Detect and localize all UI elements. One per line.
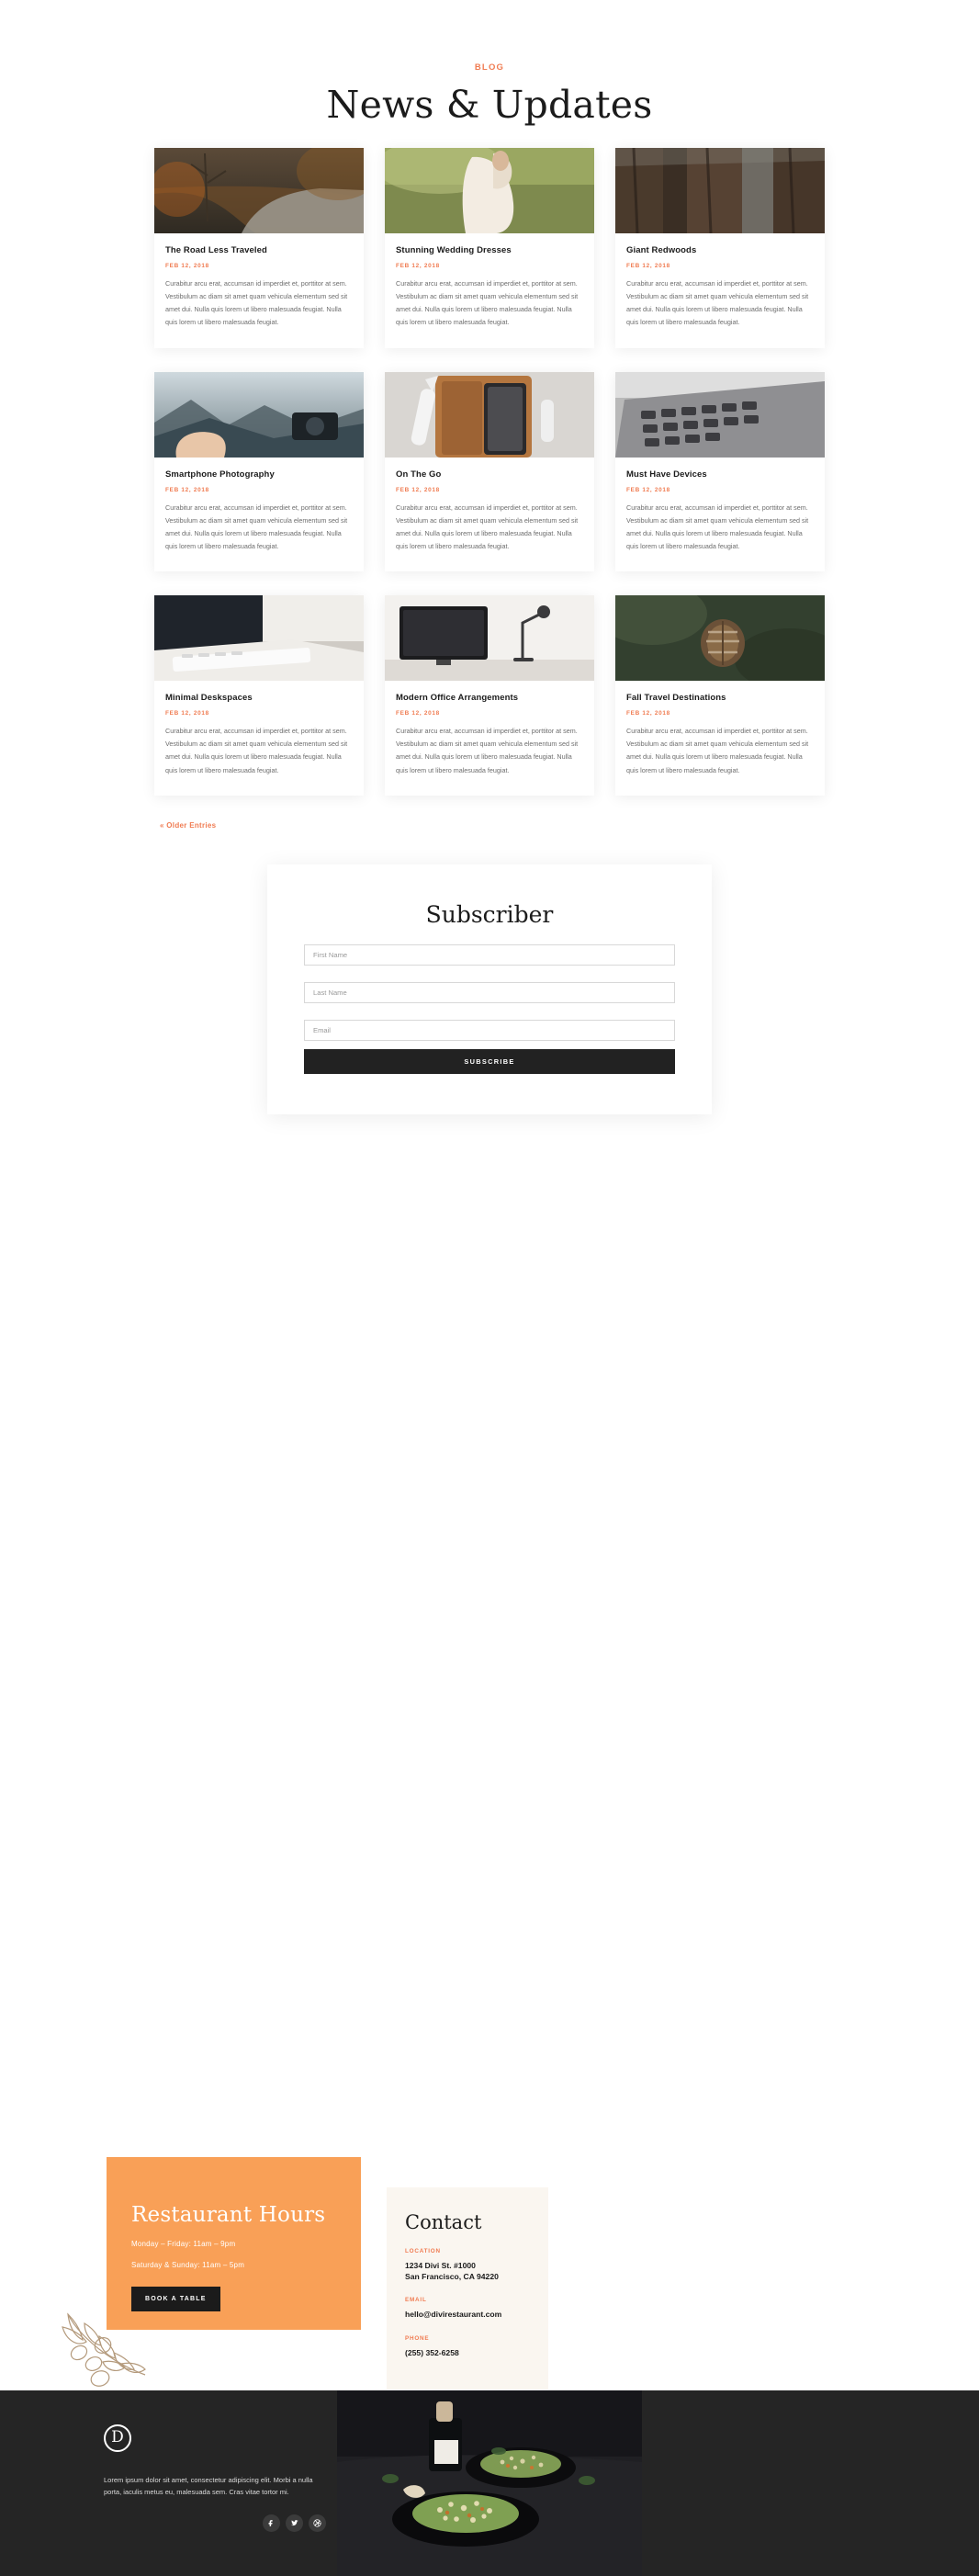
- footer-description: Lorem ipsum dolor sit amet, consectetur …: [104, 2475, 313, 2496]
- blog-card-thumbnail[interactable]: [615, 148, 825, 233]
- blog-card-thumbnail[interactable]: [615, 371, 825, 458]
- blog-section: BLOG News & Updates The Road Less Travel…: [0, 0, 979, 830]
- blog-card-date: FEB 12, 2018: [165, 263, 209, 270]
- blog-card-body: Must Have Devices FEB 12, 2018 Curabitur…: [615, 458, 825, 572]
- blog-card-title[interactable]: The Road Less Traveled: [165, 245, 353, 255]
- blog-card-excerpt: Curabitur arcu erat, accumsan id imperdi…: [626, 503, 809, 550]
- blog-card[interactable]: Smartphone Photography FEB 12, 2018 Cura…: [154, 371, 364, 572]
- section-eyebrow: BLOG: [474, 62, 505, 73]
- first-name-input[interactable]: [304, 943, 675, 966]
- blog-card-date: FEB 12, 2018: [396, 710, 440, 717]
- social-links: [104, 2514, 326, 2532]
- subscribe-button[interactable]: SUBSCRIBE: [304, 1048, 675, 1074]
- blog-grid: The Road Less Traveled FEB 12, 2018 Cura…: [154, 127, 825, 796]
- dribbble-icon[interactable]: [309, 2514, 326, 2532]
- blog-card-thumbnail[interactable]: [154, 371, 364, 458]
- blog-card-body: Stunning Wedding Dresses FEB 12, 2018 Cu…: [385, 233, 594, 348]
- contact-card: Contact LOCATION 1234 Divi St. #1000 San…: [387, 2186, 548, 2390]
- footer-food-image: [337, 2390, 642, 2576]
- blog-card-title[interactable]: Fall Travel Destinations: [626, 693, 814, 703]
- blog-card-body: Giant Redwoods FEB 12, 2018 Curabitur ar…: [615, 233, 825, 348]
- contact-email-value[interactable]: hello@divirestaurant.com: [405, 2309, 548, 2320]
- blog-card-date: FEB 12, 2018: [396, 486, 440, 493]
- blog-card-date: FEB 12, 2018: [396, 263, 440, 270]
- blog-card[interactable]: The Road Less Traveled FEB 12, 2018 Cura…: [154, 148, 364, 348]
- subscriber-card: Subscriber SUBSCRIBE: [267, 864, 712, 1114]
- blog-card-thumbnail[interactable]: [385, 371, 594, 458]
- blog-card-date: FEB 12, 2018: [165, 486, 209, 493]
- blog-card-title[interactable]: Giant Redwoods: [626, 245, 814, 255]
- blog-row-3: Minimal Deskspaces FEB 12, 2018 Curabitu…: [154, 595, 825, 796]
- blog-card[interactable]: On The Go FEB 12, 2018 Curabitur arcu er…: [385, 371, 594, 572]
- email-input[interactable]: [304, 1019, 675, 1041]
- blog-card-excerpt: Curabitur arcu erat, accumsan id imperdi…: [626, 279, 809, 327]
- blog-card-thumbnail[interactable]: [385, 595, 594, 682]
- contact-location-label: LOCATION: [405, 2247, 441, 2254]
- older-entries-link[interactable]: « Older Entries: [154, 819, 825, 830]
- site-footer: D Lorem ipsum dolor sit amet, consectetu…: [0, 2390, 979, 2576]
- blog-card[interactable]: Must Have Devices FEB 12, 2018 Curabitur…: [615, 371, 825, 572]
- blog-card-title[interactable]: Stunning Wedding Dresses: [396, 245, 583, 255]
- facebook-icon[interactable]: [263, 2514, 280, 2532]
- blog-card-thumbnail[interactable]: [615, 595, 825, 682]
- contact-address-line2: San Francisco, CA 94220: [405, 2272, 499, 2281]
- blog-card-title[interactable]: Must Have Devices: [626, 469, 814, 480]
- restaurant-hours-card: Restaurant Hours Monday – Friday: 11am –…: [107, 2156, 361, 2330]
- blog-card-date: FEB 12, 2018: [626, 710, 670, 717]
- last-name-input[interactable]: [304, 981, 675, 1003]
- page-title: News & Updates: [326, 83, 653, 127]
- subscriber-section: Subscriber SUBSCRIBE: [0, 830, 979, 1166]
- blog-card-excerpt: Curabitur arcu erat, accumsan id imperdi…: [396, 503, 579, 550]
- blog-card-excerpt: Curabitur arcu erat, accumsan id imperdi…: [396, 279, 579, 327]
- blog-card-date: FEB 12, 2018: [626, 486, 670, 493]
- blog-card[interactable]: Modern Office Arrangements FEB 12, 2018 …: [385, 595, 594, 796]
- blog-card-excerpt: Curabitur arcu erat, accumsan id imperdi…: [626, 727, 809, 774]
- blog-card-thumbnail[interactable]: [385, 148, 594, 233]
- blog-card[interactable]: Fall Travel Destinations FEB 12, 2018 Cu…: [615, 595, 825, 796]
- blog-card-body: Modern Office Arrangements FEB 12, 2018 …: [385, 681, 594, 796]
- hours-weekday: Monday – Friday: 11am – 9pm: [131, 2239, 236, 2248]
- blog-card-excerpt: Curabitur arcu erat, accumsan id imperdi…: [165, 727, 348, 774]
- blog-card-excerpt: Curabitur arcu erat, accumsan id imperdi…: [165, 279, 348, 327]
- contact-phone-value[interactable]: (255) 352-6258: [405, 2347, 548, 2358]
- blog-card-body: On The Go FEB 12, 2018 Curabitur arcu er…: [385, 458, 594, 572]
- blog-card[interactable]: Minimal Deskspaces FEB 12, 2018 Curabitu…: [154, 595, 364, 796]
- blog-row-2: Smartphone Photography FEB 12, 2018 Cura…: [154, 371, 825, 572]
- blog-card-body: Fall Travel Destinations FEB 12, 2018 Cu…: [615, 681, 825, 796]
- blog-card-body: Smartphone Photography FEB 12, 2018 Cura…: [154, 458, 364, 572]
- blog-card-title[interactable]: Smartphone Photography: [165, 469, 353, 480]
- divi-logo-icon: D: [104, 2423, 131, 2452]
- blog-row-1: The Road Less Traveled FEB 12, 2018 Cura…: [154, 148, 825, 348]
- blog-card-body: The Road Less Traveled FEB 12, 2018 Cura…: [154, 233, 364, 348]
- hours-contact-section: Restaurant Hours Monday – Friday: 11am –…: [0, 1166, 979, 2576]
- footer-left-column: D Lorem ipsum dolor sit amet, consectetu…: [0, 2390, 337, 2576]
- twitter-icon[interactable]: [286, 2514, 303, 2532]
- blog-card-date: FEB 12, 2018: [165, 710, 209, 717]
- contact-address-line1: 1234 Divi St. #1000: [405, 2260, 476, 2270]
- restaurant-hours-title: Restaurant Hours: [131, 2202, 326, 2227]
- blog-card-title[interactable]: On The Go: [396, 469, 583, 480]
- subscriber-title: Subscriber: [425, 900, 554, 928]
- contact-address: 1234 Divi St. #1000 San Francisco, CA 94…: [405, 2260, 548, 2283]
- hours-weekend: Saturday & Sunday: 11am – 5pm: [131, 2260, 245, 2269]
- blog-card-excerpt: Curabitur arcu erat, accumsan id imperdi…: [165, 503, 348, 550]
- blog-card-excerpt: Curabitur arcu erat, accumsan id imperdi…: [396, 727, 579, 774]
- contact-title: Contact: [405, 2210, 482, 2233]
- olive-branch-icon: [57, 2305, 158, 2397]
- blog-card-date: FEB 12, 2018: [626, 263, 670, 270]
- blog-card[interactable]: Stunning Wedding Dresses FEB 12, 2018 Cu…: [385, 148, 594, 348]
- contact-phone-label: PHONE: [405, 2334, 430, 2342]
- blog-card-thumbnail[interactable]: [154, 595, 364, 682]
- blog-card-thumbnail[interactable]: [154, 148, 364, 233]
- blog-card-title[interactable]: Minimal Deskspaces: [165, 693, 353, 703]
- blog-card[interactable]: Giant Redwoods FEB 12, 2018 Curabitur ar…: [615, 148, 825, 348]
- blog-card-title[interactable]: Modern Office Arrangements: [396, 693, 583, 703]
- contact-email-label: EMAIL: [405, 2297, 427, 2304]
- blog-card-body: Minimal Deskspaces FEB 12, 2018 Curabitu…: [154, 681, 364, 796]
